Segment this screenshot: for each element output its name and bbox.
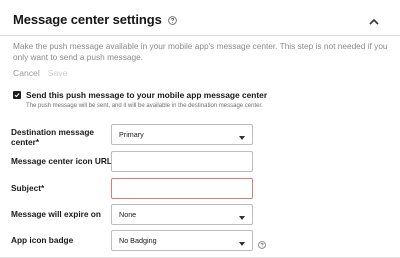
send-to-message-center-option: Send this push message to your mobile ap… xyxy=(13,90,267,111)
section-description: Make the push message available in your … xyxy=(13,41,388,62)
caret-down-icon xyxy=(239,133,245,140)
app-icon-badge-select[interactable]: No Badging xyxy=(111,230,253,251)
subject-label: Subject* xyxy=(11,183,45,193)
expire-select[interactable]: None xyxy=(111,204,253,225)
app-icon-badge-label: App icon badge xyxy=(11,235,74,245)
destination-select[interactable]: Primary xyxy=(111,124,253,145)
message-center-settings-panel: Message center settings Make the push me… xyxy=(0,0,400,258)
chevron-up-icon[interactable] xyxy=(368,14,380,25)
destination-select-value: Primary xyxy=(119,130,144,139)
caret-down-icon xyxy=(239,213,245,220)
panel-title: Message center settings xyxy=(13,12,162,27)
send-to-message-center-checkbox[interactable] xyxy=(13,91,21,99)
subject-input[interactable] xyxy=(111,178,253,199)
save-button[interactable]: Save xyxy=(48,68,68,78)
header-divider xyxy=(0,35,400,36)
destination-label: Destination message center* xyxy=(11,127,94,147)
icon-url-label: Message center icon URL xyxy=(11,156,112,166)
app-icon-badge-select-value: No Badging xyxy=(119,236,157,245)
cancel-button[interactable]: Cancel xyxy=(13,68,40,78)
panel-header: Message center settings xyxy=(13,12,177,27)
help-circle-icon[interactable] xyxy=(258,236,266,249)
action-links: Cancel Save xyxy=(13,68,67,78)
checkbox-label: Send this push message to your mobile ap… xyxy=(26,90,268,100)
help-circle-icon[interactable] xyxy=(167,16,177,25)
icon-url-input[interactable] xyxy=(111,151,253,172)
checkbox-helper-text: The push message will be sent, and it wi… xyxy=(26,103,263,109)
expire-label: Message will expire on xyxy=(11,209,101,219)
caret-down-icon xyxy=(239,239,245,246)
expire-select-value: None xyxy=(119,210,137,219)
